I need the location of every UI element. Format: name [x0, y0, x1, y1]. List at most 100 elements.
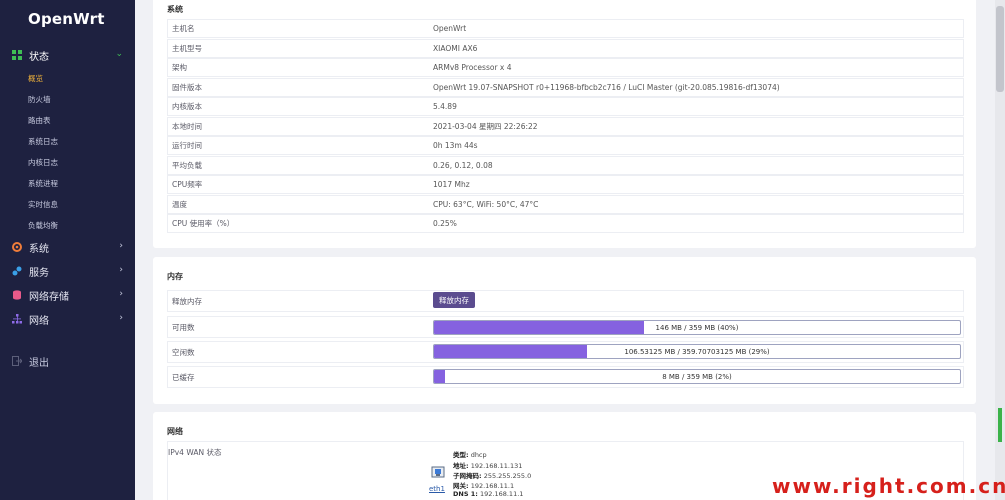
- wan-address-line: 地址: 192.168.11.131: [453, 460, 522, 470]
- info-value: OpenWrt 19.07-SNAPSHOT r0+11968-bfbcb2c7…: [433, 82, 780, 92]
- nav-logout-label: 退出: [29, 357, 49, 369]
- nav-network[interactable]: 网络 ›: [0, 308, 135, 330]
- info-value: 5.4.89: [433, 102, 457, 111]
- info-key: 固件版本: [172, 82, 202, 92]
- wan-type-line: 类型: dhcp: [453, 449, 487, 459]
- system-info-row: 运行时间 0h 13m 44s: [167, 136, 964, 155]
- system-info-row: CPU 使用率（%） 0.25%: [167, 214, 964, 233]
- network-icon: [12, 314, 22, 324]
- system-info-row: 温度 CPU: 63°C, WiFi: 50°C, 47°C: [167, 194, 964, 214]
- wan-value: dhcp: [470, 451, 487, 459]
- chevron-right-icon: ›: [119, 241, 123, 251]
- wan-key: DNS 1:: [453, 490, 478, 498]
- info-value: 0.26, 0.12, 0.08: [433, 160, 493, 170]
- wan-netmask-line: 子网掩码: 255.255.255.0: [453, 470, 531, 480]
- info-key: 平均负载: [172, 160, 202, 170]
- logout-icon: [12, 356, 23, 366]
- wan-status-label: IPv4 WAN 状态: [168, 448, 222, 457]
- network-title: 网络: [167, 427, 183, 436]
- bar-label: 8 MB / 359 MB (2%): [662, 372, 732, 381]
- nav-sub-overview[interactable]: 概览: [28, 73, 43, 84]
- nav-logout[interactable]: 退出: [0, 350, 135, 372]
- nav-nas[interactable]: 网络存储 ›: [0, 284, 135, 306]
- info-value: 2021-03-04 星期四 22:26:22: [433, 121, 538, 131]
- system-info-row: 主机名 OpenWrt: [167, 19, 964, 38]
- memory-row-label: 空闲数: [172, 347, 195, 357]
- nav-nas-label: 网络存储: [29, 291, 69, 303]
- bar-label: 146 MB / 359 MB (40%): [655, 323, 739, 332]
- nav-services[interactable]: 服务 ›: [0, 260, 135, 282]
- scrollbar-thumb[interactable]: [996, 6, 1004, 92]
- memory-free-label: 释放内存: [172, 296, 202, 306]
- nav-sub-processes[interactable]: 系统进程: [28, 178, 58, 189]
- nav-sub-load-balance[interactable]: 负载均衡: [28, 220, 58, 231]
- main-content: 系统 主机名 OpenWrt 主机型号 XIAOMI AX6 架构 ARMv8 Proce…: [135, 0, 995, 500]
- database-icon: [12, 290, 22, 300]
- nav-system-label: 系统: [29, 243, 49, 255]
- cached-memory-bar: 8 MB / 359 MB (2%): [433, 369, 961, 384]
- available-memory-bar: 146 MB / 359 MB (40%): [433, 320, 961, 335]
- sidebar: OpenWrt 状态 ⌄ 概览 防火墙 路由表 系统日志 内核日志 系统进程 实…: [0, 0, 135, 500]
- chevron-down-icon: ⌄: [115, 49, 123, 59]
- memory-row-label: 可用数: [172, 322, 195, 332]
- nav-status-label: 状态: [29, 51, 49, 63]
- ethernet-port-icon: [431, 466, 445, 478]
- wan-dns-line: DNS 1: 192.168.11.1: [453, 490, 523, 498]
- info-key: 运行时间: [172, 141, 202, 150]
- wan-interface-link[interactable]: eth1: [429, 485, 445, 493]
- info-key: 内核版本: [172, 102, 202, 111]
- info-key: CPU 使用率（%）: [172, 219, 235, 228]
- nav-network-label: 网络: [29, 315, 49, 327]
- nav-sub-syslog[interactable]: 系统日志: [28, 136, 58, 147]
- wan-value: 192.168.11.131: [470, 462, 523, 470]
- watermark-text: www.right.com.cn: [772, 474, 1005, 498]
- system-info-row: 架构 ARMv8 Processor x 4: [167, 58, 964, 77]
- nav-sub-realtime[interactable]: 实时信息: [28, 199, 58, 210]
- system-info-row: 本地时间 2021-03-04 星期四 22:26:22: [167, 116, 964, 136]
- nav-sub-routes[interactable]: 路由表: [28, 115, 51, 126]
- system-title: 系统: [167, 5, 183, 14]
- nav-sub-firewall[interactable]: 防火墙: [28, 94, 51, 105]
- memory-title: 内存: [167, 272, 183, 281]
- wan-value: 192.168.11.1: [470, 482, 515, 490]
- info-key: 主机名: [172, 24, 195, 33]
- openwrt-logo[interactable]: OpenWrt: [28, 10, 105, 28]
- system-info-row: CPU频率 1017 Mhz: [167, 175, 964, 194]
- system-info-row: 内核版本 5.4.89: [167, 97, 964, 116]
- info-key: 温度: [172, 199, 187, 209]
- nav-sub-kernel-log[interactable]: 内核日志: [28, 157, 58, 168]
- wan-value: 192.168.11.1: [479, 490, 524, 498]
- system-info-row: 固件版本 OpenWrt 19.07-SNAPSHOT r0+11968-bfbc…: [167, 77, 964, 97]
- free-memory-button[interactable]: 释放内存: [433, 292, 475, 308]
- system-info-row: 主机型号 XIAOMI AX6: [167, 38, 964, 58]
- chevron-right-icon: ›: [119, 313, 123, 323]
- info-value: CPU: 63°C, WiFi: 50°C, 47°C: [433, 199, 539, 209]
- wan-key: 地址:: [453, 462, 469, 470]
- info-value: ARMv8 Processor x 4: [433, 63, 512, 72]
- info-key: CPU频率: [172, 180, 203, 189]
- scroll-marker: [998, 408, 1002, 442]
- gear-icon: [12, 242, 22, 252]
- grid-icon: [12, 50, 22, 60]
- info-value: OpenWrt: [433, 24, 467, 33]
- bar-label: 106.53125 MB / 359.70703125 MB (29%): [624, 347, 770, 356]
- memory-row-label: 已缓存: [172, 372, 195, 382]
- chevron-right-icon: ›: [119, 265, 123, 275]
- info-key: 主机型号: [172, 43, 202, 53]
- nav-status[interactable]: 状态 ⌄: [0, 44, 135, 66]
- nav-system[interactable]: 系统 ›: [0, 236, 135, 258]
- info-value: XIAOMI AX6: [433, 43, 478, 53]
- wan-value: 255.255.255.0: [483, 472, 532, 480]
- wan-key: 类型:: [453, 451, 469, 459]
- info-key: 架构: [172, 63, 187, 72]
- wan-gateway-line: 网关: 192.168.11.1: [453, 480, 514, 490]
- wan-key: 网关:: [453, 482, 469, 490]
- chevron-right-icon: ›: [119, 289, 123, 299]
- system-card: 系统 主机名 OpenWrt 主机型号 XIAOMI AX6 架构 ARMv8 Proce…: [153, 0, 976, 248]
- info-value: 0.25%: [433, 219, 457, 228]
- info-value: 1017 Mhz: [433, 180, 470, 189]
- free-memory-bar: 106.53125 MB / 359.70703125 MB (29%): [433, 344, 961, 359]
- services-icon: [12, 266, 22, 276]
- info-value: 0h 13m 44s: [433, 141, 478, 150]
- info-key: 本地时间: [172, 121, 202, 131]
